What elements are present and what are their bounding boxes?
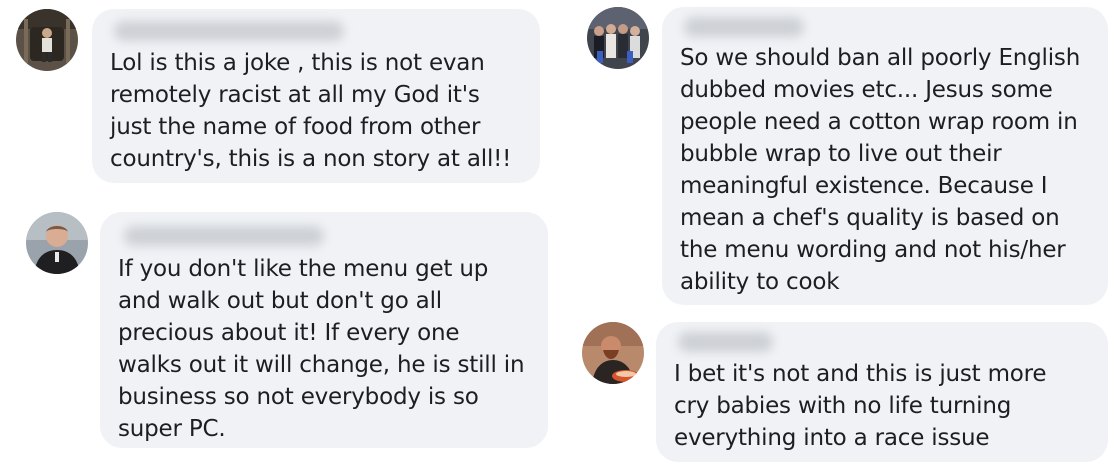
comment-bubble: Lol is this a joke , this is not evan re… (92, 9, 540, 183)
avatar[interactable] (26, 212, 88, 274)
comment-bubble: If you don't like the menu get up and wa… (100, 212, 548, 448)
comment-bubble: So we should ban all poorly English dubb… (662, 7, 1108, 305)
author-name-blurred[interactable] (114, 21, 344, 41)
avatar[interactable] (16, 9, 78, 71)
comment-text: If you don't like the menu get up and wa… (118, 256, 525, 442)
avatar[interactable] (587, 7, 649, 69)
author-name-blurred[interactable] (684, 17, 804, 37)
avatar-photo-icon (16, 9, 78, 71)
avatar[interactable] (582, 322, 644, 384)
avatar-group-photo-icon (587, 7, 649, 69)
comment-text: So we should ban all poorly English dubb… (680, 45, 1081, 295)
author-name-blurred[interactable] (124, 226, 324, 246)
comment-text: Lol is this a joke , this is not evan re… (110, 50, 512, 172)
avatar-photo-icon (26, 212, 88, 274)
author-name-blurred[interactable] (678, 332, 773, 352)
comment-text: I bet it's not and this is just more cry… (674, 361, 1047, 451)
avatar-photo-icon (582, 322, 644, 384)
comment-bubble: I bet it's not and this is just more cry… (656, 322, 1108, 462)
